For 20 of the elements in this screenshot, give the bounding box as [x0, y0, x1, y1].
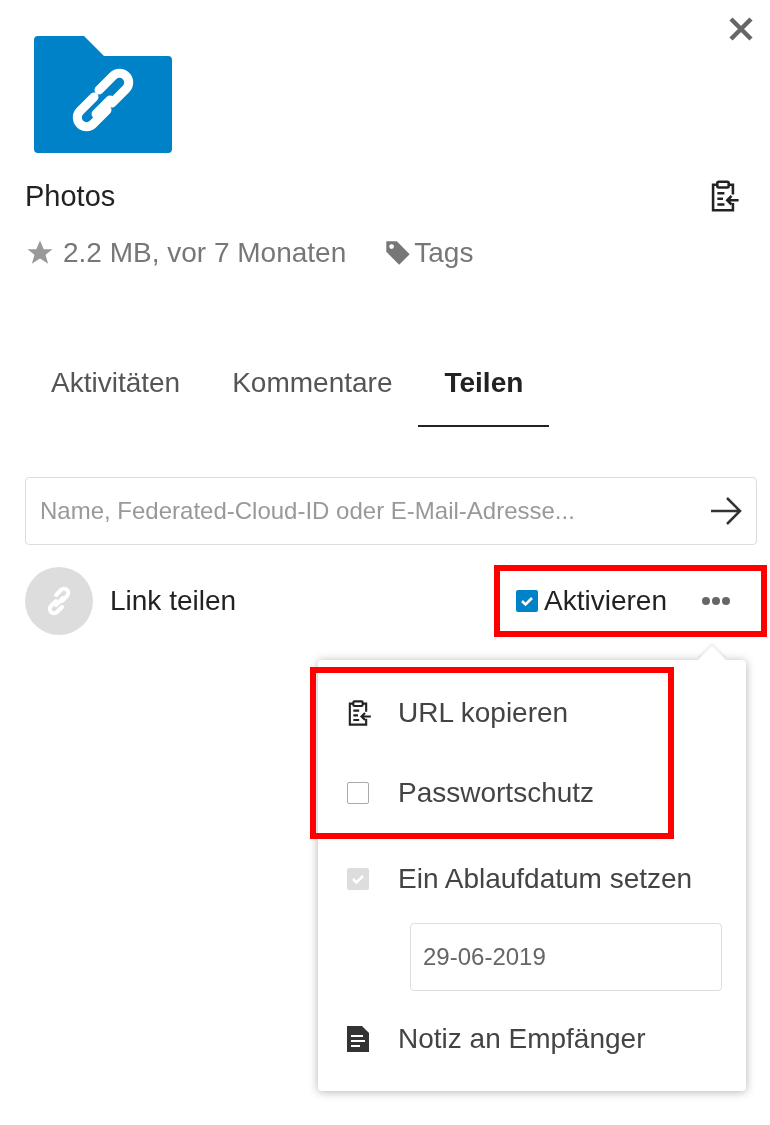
tab[interactable]: Teilen [418, 367, 550, 427]
menu-item[interactable]: URL kopieren [318, 673, 668, 753]
menu-item[interactable]: Passwortschutz [318, 753, 668, 833]
checkbox[interactable] [516, 590, 539, 612]
tags-link[interactable]: Tags [384, 237, 474, 269]
note-icon [346, 1025, 370, 1053]
tab[interactable]: Aktivitäten [25, 367, 207, 427]
file-name: Photos [25, 179, 116, 213]
checkbox[interactable] [347, 782, 369, 804]
tab[interactable]: Kommentare [206, 367, 419, 427]
menu-item[interactable]: Notiz an Empfänger [318, 999, 746, 1079]
date-field[interactable]: 29-06-2019 [410, 923, 722, 991]
file-meta: 2.2 MB, vor 7 Monaten [63, 237, 347, 269]
share-search-field[interactable]: Name, Federated-Cloud-ID oder E-Mail-Adresse... [25, 477, 757, 545]
enable-label: Aktivieren [544, 585, 667, 617]
arrow-right-icon[interactable] [709, 496, 743, 526]
shared-folder-icon [34, 35, 172, 153]
share-link-label: Link teilen [110, 585, 238, 617]
more-button[interactable] [701, 596, 731, 606]
enable-checkbox[interactable]: Aktivieren [516, 585, 667, 617]
